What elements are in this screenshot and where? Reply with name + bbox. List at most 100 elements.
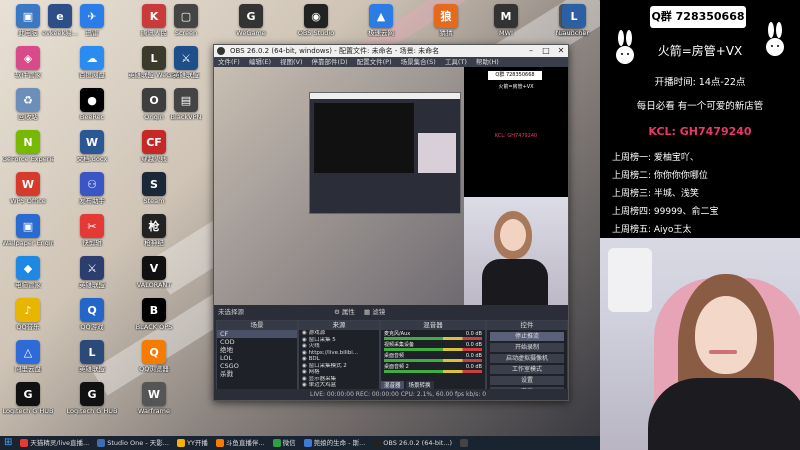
desktop-icon[interactable]: ▤ BlackVPN — [160, 88, 212, 121]
desktop-icon[interactable]: B BLACK OPS — [128, 298, 180, 331]
desktop-icon[interactable]: ▢ Screen — [160, 4, 212, 37]
desktop-icon[interactable]: ◆ 电脑管家 — [2, 256, 54, 289]
app-icon: W — [16, 172, 40, 196]
desktop-icon[interactable]: ▲ 极速云网 — [355, 4, 407, 37]
desktop-icon[interactable]: ● BeeRec — [66, 88, 118, 121]
desktop-icon-label: VALORANT — [136, 282, 172, 289]
control-button[interactable]: 设置 — [490, 376, 564, 385]
minimize-icon[interactable]: – — [524, 45, 538, 57]
obs-preview[interactable]: Q群 728350668 火箭=房管+VX KCL: GH7479240 — [214, 67, 568, 305]
desktop-icon[interactable]: Q QQ游戏 — [66, 298, 118, 331]
menu-item[interactable]: 停靠部件(D) — [312, 57, 348, 67]
desktop-icon[interactable]: G Logitech G HUB — [2, 382, 54, 415]
taskbar-app-icon — [460, 439, 469, 447]
menu-item[interactable]: 帮助(H) — [476, 57, 499, 67]
control-button[interactable]: 启动虚拟摄像机 — [490, 354, 564, 363]
desktop-icon[interactable]: N GeForce Experience — [2, 130, 54, 163]
desktop-icon[interactable]: M MWI — [480, 4, 532, 37]
volume-meter[interactable] — [384, 337, 482, 340]
desktop-icon[interactable]: V VALORANT — [128, 256, 180, 289]
taskbar-item-label: 莞娘的生命 - 斯... — [313, 439, 366, 447]
taskbar-item-label: 微信 — [282, 439, 296, 447]
obs-menu-bar: 文件(F) 编辑(E) 视图(V) 停靠部件(D) 配置文件(P) 场景集合(S) 工具(T… — [214, 57, 568, 67]
taskbar-item[interactable]: 微信 — [269, 436, 300, 450]
obs-title-bar[interactable]: OBS 26.0.2 (64-bit, windows) - 配置文件: 未命名… — [214, 45, 568, 57]
desktop-icon[interactable]: ✈ 迅雷 — [66, 4, 118, 37]
taskbar-app-icon — [20, 439, 29, 447]
channel-name: 桌面音频 2 — [384, 364, 409, 370]
desktop-icon[interactable]: W WPS Office — [2, 172, 54, 205]
taskbar-item[interactable]: YY开播 — [173, 436, 212, 450]
taskbar-item[interactable]: OBS 26.0.2 (64-bit...) — [369, 436, 456, 450]
control-button[interactable]: 工作室模式 — [490, 365, 564, 374]
properties-button[interactable]: ⚙ 属性 — [334, 307, 355, 318]
desktop-icon[interactable]: W 文档.docx — [66, 130, 118, 163]
desktop-icon[interactable]: L Launcher — [548, 4, 600, 37]
desktop-icon[interactable]: L 英雄联盟 — [66, 340, 118, 373]
menu-item[interactable]: 文件(F) — [218, 57, 240, 67]
app-icon: CF — [142, 130, 166, 154]
menu-item[interactable]: 配置文件(P) — [357, 57, 392, 67]
app-icon: ◉ — [304, 4, 328, 28]
volume-meter[interactable] — [384, 359, 482, 362]
menu-item[interactable]: 编辑(E) — [249, 57, 271, 67]
filters-button[interactable]: ▦ 滤镜 — [364, 307, 385, 318]
desktop-icon[interactable]: G WeGame — [225, 4, 277, 37]
face — [695, 296, 757, 374]
desktop-icon[interactable]: ♻ 回收站 — [2, 88, 54, 121]
desktop-icon[interactable]: ◈ 软件管家 — [2, 46, 54, 79]
app-icon: G — [16, 382, 40, 406]
desktop-icon[interactable]: ☁ 百度网盘 — [66, 46, 118, 79]
desktop-icon[interactable]: △ 阿里云盘 — [2, 340, 54, 373]
desktop-icon[interactable]: ♪ QQ音乐 — [2, 298, 54, 331]
scene-item[interactable]: 绝地 — [217, 346, 297, 354]
scene-item[interactable]: CSGO — [217, 362, 297, 370]
desktop-icon[interactable]: G Logitech G HUB — [66, 382, 118, 415]
scene-item[interactable]: LOL — [217, 354, 297, 362]
desktop-icon[interactable]: ⚔ 英雄联盟 — [160, 46, 212, 79]
desktop-icon[interactable]: Q QQ浏览器 — [128, 340, 180, 373]
mixer-tab[interactable]: 混音器 — [381, 381, 404, 389]
desktop-icon-label: 英雄联盟 — [173, 72, 199, 79]
maximize-icon[interactable]: □ — [539, 45, 553, 57]
mixer-header: 混音器 — [381, 321, 485, 330]
desktop-icon[interactable]: CF 穿越火线 — [128, 130, 180, 163]
desktop-icon[interactable]: S Steam — [128, 172, 180, 205]
taskbar-item-label: Studio One - 天影... — [107, 439, 169, 447]
scene-item[interactable]: COD — [217, 338, 297, 346]
desktop-icon-label: 文档.docx — [76, 156, 108, 163]
desktop-icon[interactable]: ◉ OBS Studio — [290, 4, 342, 37]
desktop-icon[interactable]: W Warframe — [128, 382, 180, 415]
desktop-icon-label: BeeRec — [79, 114, 105, 121]
volume-meter[interactable] — [384, 370, 482, 373]
taskbar-item[interactable]: Studio One - 天影... — [93, 436, 173, 450]
desktop-icon[interactable]: ⚔ 英雄联盟 — [66, 256, 118, 289]
channel-name: 麦克风/Aux — [384, 331, 411, 337]
desktop-icon[interactable]: 枪枪神纪 — [128, 214, 180, 247]
taskbar-item[interactable] — [456, 436, 474, 450]
app-icon: ✂ — [80, 214, 104, 238]
obs-window[interactable]: OBS 26.0.2 (64-bit, windows) - 配置文件: 未命名… — [213, 44, 569, 401]
menu-item[interactable]: 视图(V) — [280, 57, 303, 67]
channel-db: 0.0 dB — [465, 364, 482, 370]
taskbar-item[interactable]: 莞娘的生命 - 斯... — [300, 436, 370, 450]
control-button[interactable]: 停止推流 — [490, 332, 564, 341]
menu-item[interactable]: 场景集合(S) — [401, 57, 436, 67]
mixer-tab[interactable]: 场景转换 — [405, 381, 434, 389]
app-icon: G — [80, 382, 104, 406]
desktop-icon[interactable]: ✂ 快剪辑 — [66, 214, 118, 247]
close-icon[interactable]: ✕ — [554, 45, 568, 57]
desktop-icon[interactable]: 狼猜猜 — [420, 4, 472, 37]
start-button[interactable]: ⊞ — [0, 436, 16, 450]
control-button[interactable]: 开始录制 — [490, 343, 564, 352]
scene-item[interactable]: 杀戮 — [217, 370, 297, 378]
desktop-icon[interactable]: ⚇ 发布助手 — [66, 172, 118, 205]
desktop-icon[interactable]: ▣ Wallpaper Engine — [2, 214, 54, 247]
source-item[interactable]: ◉ 单边大鸡盒 — [299, 382, 379, 389]
mixer-channel: 桌面音频 0.0 dB — [381, 352, 485, 363]
volume-meter[interactable] — [384, 348, 482, 351]
scene-item[interactable]: CF — [217, 330, 297, 338]
menu-item[interactable]: 工具(T) — [445, 57, 467, 67]
taskbar-item[interactable]: 天猫精灵/live直播... — [16, 436, 93, 450]
taskbar-item[interactable]: 斗鱼直播伴... — [212, 436, 269, 450]
